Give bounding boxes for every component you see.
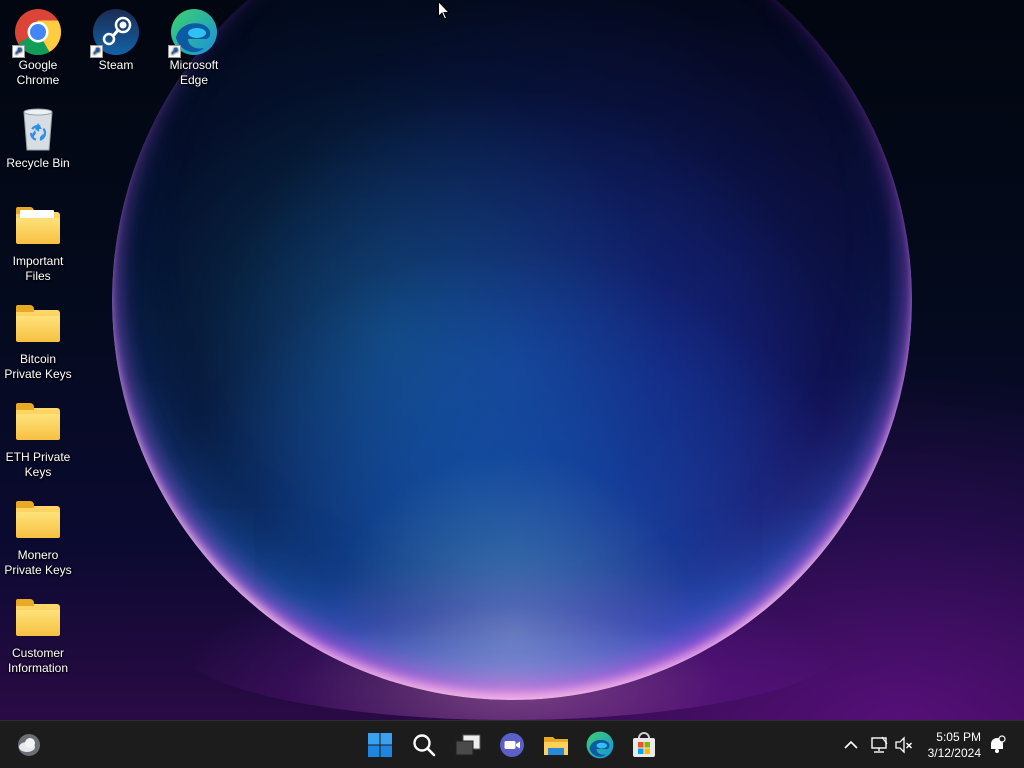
- desktop-icon-steam[interactable]: ↗ Steam: [78, 8, 154, 73]
- chrome-icon: ↗: [12, 8, 62, 58]
- folder-icon: [14, 302, 62, 350]
- desktop-icon-label: Monero Private Keys: [4, 548, 72, 577]
- desktop-icon-important-files[interactable]: Important Files: [0, 204, 76, 284]
- taskbar: 5:05 PM 3/12/2024: [0, 720, 1024, 768]
- desktop-icon-label: Bitcoin Private Keys: [4, 352, 72, 381]
- desktop-icon-bitcoin-private-keys[interactable]: Bitcoin Private Keys: [0, 302, 76, 382]
- edge-icon: ↗: [168, 8, 218, 58]
- start-icon[interactable]: [366, 731, 394, 759]
- desktop-icon-label: Customer Information: [7, 646, 69, 675]
- search-icon[interactable]: [410, 731, 438, 759]
- desktop-icon-google-chrome[interactable]: ↗ Google Chrome: [0, 8, 76, 88]
- clock-date: 3/12/2024: [927, 746, 981, 760]
- folder-icon: [14, 204, 62, 252]
- mouse-cursor-icon: [438, 0, 451, 20]
- teams-chat-icon[interactable]: [498, 731, 526, 759]
- desktop-icon-label: ETH Private Keys: [5, 450, 71, 479]
- network-icon[interactable]: [869, 735, 889, 755]
- desktop-icon-customer-information[interactable]: Customer Information: [0, 596, 76, 676]
- task-view-icon[interactable]: [454, 731, 482, 759]
- shortcut-arrow-icon: ↗: [90, 45, 103, 58]
- steam-icon: ↗: [90, 8, 140, 58]
- desktop-icon-recycle-bin[interactable]: Recycle Bin: [0, 106, 76, 171]
- desktop-icon-label: Steam: [98, 58, 134, 72]
- clock[interactable]: 5:05 PM 3/12/2024: [911, 729, 981, 761]
- shortcut-arrow-icon: ↗: [12, 45, 25, 58]
- shortcut-arrow-icon: ↗: [168, 45, 181, 58]
- desktop-icon-label: Microsoft Edge: [169, 58, 219, 87]
- desktop-wallpaper: [0, 0, 1024, 720]
- edge-icon[interactable]: [586, 731, 614, 759]
- weather-cloud-icon[interactable]: [15, 731, 43, 759]
- notification-bell-icon[interactable]: [987, 735, 1007, 755]
- chevron-up-icon[interactable]: [842, 736, 860, 754]
- recycle-bin-icon: [14, 106, 62, 154]
- file-explorer-icon[interactable]: [542, 731, 570, 759]
- microsoft-store-icon[interactable]: [630, 731, 658, 759]
- desktop-icon-monero-private-keys[interactable]: Monero Private Keys: [0, 498, 76, 578]
- folder-icon: [14, 400, 62, 448]
- desktop-icon-label: Recycle Bin: [6, 156, 70, 170]
- folder-icon: [14, 596, 62, 644]
- desktop-icon-microsoft-edge[interactable]: ↗ Microsoft Edge: [156, 8, 232, 88]
- wallpaper-glow: [170, 560, 850, 720]
- desktop-icon-eth-private-keys[interactable]: ETH Private Keys: [0, 400, 76, 480]
- clock-time: 5:05 PM: [936, 730, 981, 744]
- desktop-icon-label: Important Files: [12, 254, 64, 283]
- folder-icon: [14, 498, 62, 546]
- desktop-icon-label: Google Chrome: [16, 58, 60, 87]
